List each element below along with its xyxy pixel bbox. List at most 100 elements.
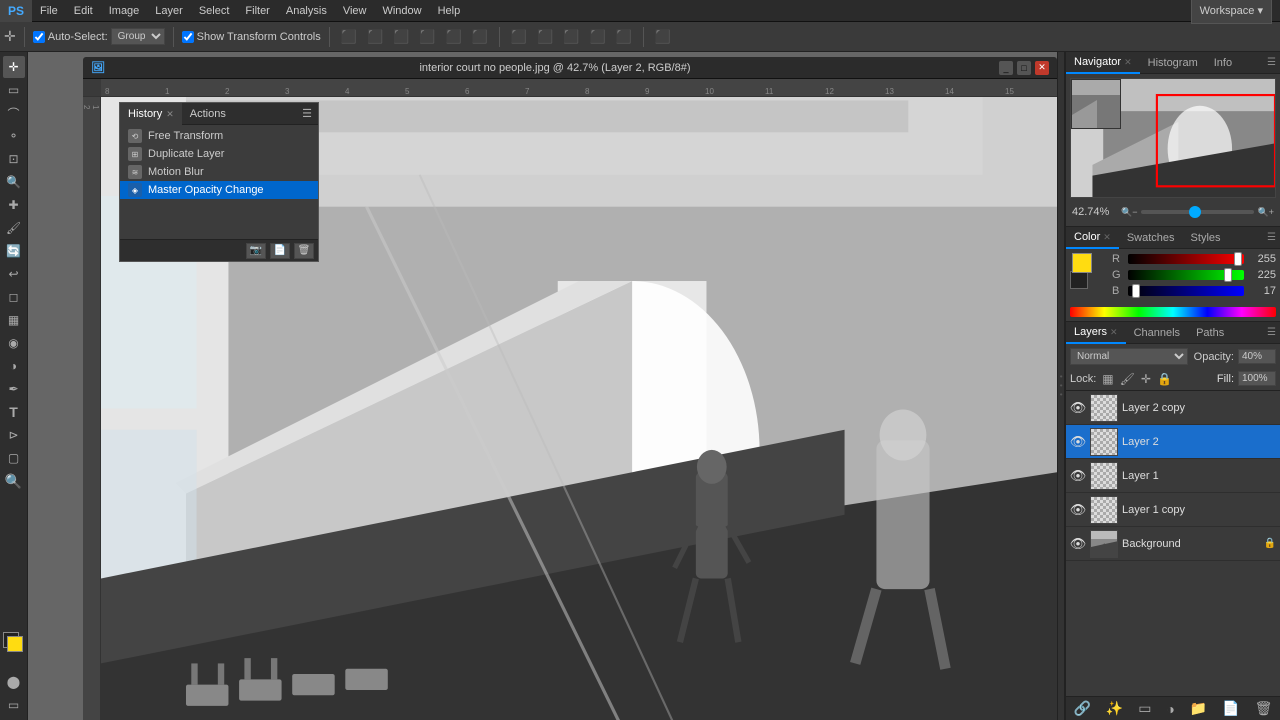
layer-visibility-background[interactable]: 👁	[1070, 536, 1086, 552]
color-spectrum[interactable]	[1070, 307, 1276, 317]
navigator-tab-close[interactable]: ✕	[1124, 52, 1132, 73]
arrange-icon[interactable]: ⬛	[652, 29, 674, 45]
menu-view[interactable]: View	[335, 0, 375, 22]
quick-select-tool[interactable]: ⚬	[3, 125, 25, 147]
layer-delete-button[interactable]: 🗑	[1249, 700, 1279, 717]
gradient-tool[interactable]: ▦	[3, 309, 25, 331]
color-tab[interactable]: Color ✕	[1066, 227, 1119, 249]
align-center-v-icon[interactable]: ⬛	[443, 29, 465, 45]
menu-help[interactable]: Help	[430, 0, 469, 22]
history-brush-tool[interactable]: ↩	[3, 263, 25, 285]
layer-new-button[interactable]: 📄	[1216, 700, 1245, 717]
window-close-button[interactable]: ✕	[1035, 61, 1049, 75]
layer-visibility-layer2[interactable]: 👁	[1070, 434, 1086, 450]
align-top-icon[interactable]: ⬛	[416, 29, 438, 45]
canvas-image[interactable]: History ✕ Actions ☰ ⟲ Free Transform	[101, 97, 1057, 720]
color-tab-close[interactable]: ✕	[1103, 226, 1111, 248]
lasso-tool[interactable]: ⌒	[3, 102, 25, 124]
paths-tab[interactable]: Paths	[1188, 322, 1232, 344]
layer-item-layer2[interactable]: 👁 Layer 2	[1066, 425, 1280, 459]
r-slider-thumb[interactable]	[1234, 252, 1242, 266]
b-slider-thumb[interactable]	[1132, 284, 1140, 298]
distribute-v-icon[interactable]: ⬛	[534, 29, 556, 45]
foreground-color-swatch[interactable]	[1072, 253, 1092, 273]
layer-link-button[interactable]: 🔗	[1067, 700, 1096, 717]
clone-tool[interactable]: 🔄	[3, 240, 25, 262]
zoom-tool[interactable]: 🔍	[3, 470, 25, 492]
layer-item-background[interactable]: 👁 Background 🔒	[1066, 527, 1280, 561]
blur-tool[interactable]: ◉	[3, 332, 25, 354]
history-item-2[interactable]: ≋ Motion Blur	[120, 163, 318, 181]
opacity-input[interactable]	[1238, 349, 1276, 364]
menu-edit[interactable]: Edit	[66, 0, 101, 22]
blend-mode-select[interactable]: Normal	[1070, 348, 1188, 365]
zoom-out-icon[interactable]: 🔍−	[1121, 207, 1137, 218]
menu-window[interactable]: Window	[374, 0, 429, 22]
lock-position-icon[interactable]: ✛	[1141, 372, 1151, 386]
lock-all-icon[interactable]: 🔒	[1157, 372, 1172, 386]
layer-item-layer2copy[interactable]: 👁 Layer 2 copy	[1066, 391, 1280, 425]
window-maximize-button[interactable]: □	[1017, 61, 1031, 75]
shape-tool[interactable]: ▢	[3, 447, 25, 469]
layer-visibility-layer1[interactable]: 👁	[1070, 468, 1086, 484]
zoom-slider[interactable]	[1141, 210, 1253, 214]
quick-mask-tool[interactable]: ⬤	[3, 671, 25, 693]
b-slider-track[interactable]	[1128, 286, 1244, 296]
navigator-panel-menu[interactable]: ☰	[1263, 57, 1280, 68]
history-panel-menu[interactable]: ☰	[296, 107, 318, 120]
align-bottom-icon[interactable]: ⬛	[469, 29, 491, 45]
swatches-tab[interactable]: Swatches	[1119, 227, 1183, 249]
marquee-tool[interactable]: ▭	[3, 79, 25, 101]
screen-mode-tool[interactable]: ▭	[3, 694, 25, 716]
crop-tool[interactable]: ⊡	[3, 148, 25, 170]
distribute-h-icon[interactable]: ⬛	[508, 29, 530, 45]
pen-tool[interactable]: ✒	[3, 378, 25, 400]
lock-transparent-icon[interactable]: ▦	[1102, 372, 1113, 386]
color-panel-menu[interactable]: ☰	[1263, 232, 1280, 243]
layers-tab-close[interactable]: ✕	[1110, 322, 1118, 343]
canvas-content[interactable]: 8 1 2 3 4 5 6 7 8 9 10 11 12 13	[83, 79, 1057, 720]
history-snapshot-button[interactable]: 📷	[246, 243, 266, 259]
fg-bg-colors[interactable]	[3, 632, 25, 654]
lock-image-icon[interactable]: 🖌	[1120, 372, 1135, 386]
layer-visibility-layer1copy[interactable]: 👁	[1070, 502, 1086, 518]
brush-tool[interactable]: 🖌	[3, 217, 25, 239]
move-tool[interactable]: ✛	[3, 56, 25, 78]
distribute-bottom-icon[interactable]: ⬛	[613, 29, 635, 45]
auto-select-checkbox[interactable]	[33, 31, 45, 43]
info-tab[interactable]: Info	[1206, 52, 1240, 74]
auto-select-dropdown[interactable]: Group	[111, 28, 165, 45]
g-slider-thumb[interactable]	[1224, 268, 1232, 282]
show-transform-controls[interactable]: Show Transform Controls	[182, 31, 321, 43]
menu-file[interactable]: File	[32, 0, 66, 22]
history-item-3[interactable]: ◈ Master Opacity Change	[120, 181, 318, 199]
layer-item-layer1copy[interactable]: 👁 Layer 1 copy	[1066, 493, 1280, 527]
history-delete-button[interactable]: 🗑	[294, 243, 314, 259]
layers-tab[interactable]: Layers ✕	[1066, 322, 1126, 344]
history-new-document-button[interactable]: 📄	[270, 243, 290, 259]
menu-analysis[interactable]: Analysis	[278, 0, 335, 22]
navigator-tab[interactable]: Navigator ✕	[1066, 52, 1140, 74]
menu-select[interactable]: Select	[191, 0, 238, 22]
menu-filter[interactable]: Filter	[237, 0, 277, 22]
transform-checkbox[interactable]	[182, 31, 194, 43]
align-left-icon[interactable]: ⬛	[338, 29, 360, 45]
type-tool[interactable]: T	[3, 401, 25, 423]
history-item-0[interactable]: ⟲ Free Transform	[120, 127, 318, 145]
histogram-tab[interactable]: Histogram	[1140, 52, 1206, 74]
actions-tab[interactable]: Actions	[182, 103, 234, 125]
layer-adjustment-button[interactable]: ◑	[1160, 701, 1180, 717]
distribute-top-icon[interactable]: ⬛	[560, 29, 582, 45]
eyedropper-tool[interactable]: 🔍	[3, 171, 25, 193]
menu-image[interactable]: Image	[101, 0, 148, 22]
r-slider-track[interactable]	[1128, 254, 1244, 264]
workspace-selector[interactable]: Workspace ▾	[1191, 0, 1272, 24]
background-color-swatch[interactable]	[1070, 271, 1088, 289]
layers-panel-menu[interactable]: ☰	[1263, 327, 1280, 338]
healing-brush-tool[interactable]: ✚	[3, 194, 25, 216]
g-slider-track[interactable]	[1128, 270, 1244, 280]
distribute-center-icon[interactable]: ⬛	[586, 29, 608, 45]
history-item-1[interactable]: ⊞ Duplicate Layer	[120, 145, 318, 163]
channels-tab[interactable]: Channels	[1126, 322, 1188, 344]
window-minimize-button[interactable]: _	[999, 61, 1013, 75]
